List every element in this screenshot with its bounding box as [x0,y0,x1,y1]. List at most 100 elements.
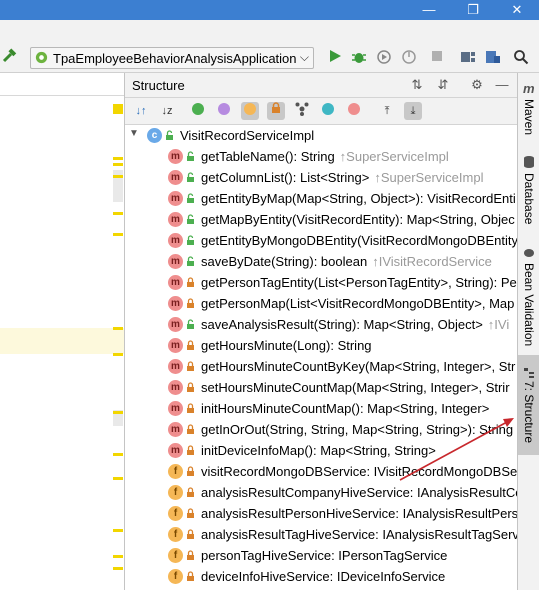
public-icon [186,172,195,183]
tree-method-item[interactable]: m getPersonMap(List<VisitRecordMongoDBEnt… [125,293,518,314]
method-icon: m [168,401,183,416]
autoscroll-to-source-icon[interactable]: ⤒ [378,102,396,120]
private-lock-icon [186,340,195,351]
tree-method-item[interactable]: m setHoursMinuteCountMap(Map<String, Inte… [125,377,518,398]
tree-field-item[interactable]: f analysisResultPersonHiveService: IAnaly… [125,503,518,524]
warning-marker[interactable] [113,233,123,236]
debug-icon[interactable] [350,49,368,67]
private-lock-icon [186,445,195,456]
stop-icon[interactable] [428,49,446,67]
gear-icon[interactable]: ⚙ [468,76,486,94]
warning-marker[interactable] [113,175,123,178]
warning-marker[interactable] [113,104,123,114]
database-tab[interactable]: Database [518,153,539,241]
run-configuration-select[interactable]: TpaEmployeeBehaviorAnalysisApplication ⌵ [30,47,314,69]
method-signature: saveByDate(String): boolean [201,254,368,269]
tree-field-item[interactable]: f analysisResultTagHiveService: IAnalysis… [125,524,518,545]
restore-button[interactable]: ❐ [451,0,495,20]
public-icon [186,214,195,225]
hide-panel-icon[interactable]: — [493,76,511,94]
structure-panel-header: Structure ⇅ ⇵ ⚙ — [125,73,518,98]
field-icon: f [168,569,183,584]
tree-method-item[interactable]: m initDeviceInfoMap(): Map<String, String… [125,440,518,461]
inherited-from-label: ↑IVi [487,317,510,332]
method-signature: getHoursMinuteCountByKey(Map<String, Int… [201,359,516,374]
field-signature: analysisResultTagHiveService: IAnalysisR… [201,527,518,542]
method-icon: m [168,359,183,374]
tree-method-item[interactable]: m getHoursMinute(Long): String [125,335,518,356]
method-signature: getHoursMinute(Long): String [201,338,372,353]
tree-method-item[interactable]: m initHoursMinuteCountMap(): Map<String, … [125,398,518,419]
show-inherited-icon[interactable] [189,102,207,120]
tree-method-item[interactable]: m getEntityByMongoDBEntity(VisitRecordMon… [125,230,518,251]
tree-class-node[interactable]: ▼ c VisitRecordServiceImpl [125,125,518,146]
public-icon [186,256,195,267]
inherited-wrap: ↑IVisitRecordService [372,254,492,269]
warning-marker[interactable] [113,411,123,414]
maven-tab[interactable]: m Maven [518,79,539,149]
tree-method-item[interactable]: m getTableName(): String ↑SuperServiceImpl [125,146,518,167]
method-signature: initDeviceInfoMap(): Map<String, String> [201,443,436,458]
warning-marker[interactable] [113,353,123,356]
field-signature: personTagHiveService: IPersonTagService [201,548,448,563]
tree-method-item[interactable]: m getInOrOut(String, String, Map<String, … [125,419,518,440]
search-icon[interactable] [512,49,530,67]
show-fields-icon[interactable] [241,102,259,120]
sort-by-visibility-icon[interactable]: ↓↑ [132,102,150,120]
tree-method-item[interactable]: m getHoursMinuteCountByKey(Map<String, In… [125,356,518,377]
close-button[interactable]: ✕ [495,0,539,20]
public-icon [186,151,195,162]
tree-method-item[interactable]: m saveByDate(String): boolean ↑IVisitRecor… [125,251,518,272]
tree-field-item[interactable]: f analysisResultCompanyHiveService: IAnal… [125,482,518,503]
method-icon: m [168,212,183,227]
tree-method-item[interactable]: m getEntityByMap(Map<String, Object>): Vi… [125,188,518,209]
bean-validation-tab[interactable]: Bean Validation [518,245,539,355]
private-lock-icon [186,529,195,540]
warning-marker[interactable] [113,163,123,166]
tree-method-item[interactable]: m getPersonTagEntity(List<PersonTagEntity… [125,272,518,293]
minimize-button[interactable]: — [407,0,451,20]
warning-marker[interactable] [113,477,123,480]
private-lock-icon [186,424,195,435]
chevron-down-icon: ⌵ [299,50,309,64]
coverage-icon[interactable] [375,49,393,67]
collapse-all-icon[interactable]: ⇵ [434,76,452,94]
tree-method-item[interactable]: m getColumnList(): List<String> ↑SuperServ… [125,167,518,188]
tree-method-item[interactable]: m saveAnalysisResult(String): Map<String,… [125,314,518,335]
editor-area[interactable] [0,73,124,590]
chevron-down-icon[interactable]: ▼ [129,128,139,139]
tree-field-item[interactable]: f personTagHiveService: IPersonTagService [125,545,518,566]
warning-marker[interactable] [113,567,123,570]
field-icon: f [168,548,183,563]
show-anonymous-icon[interactable] [293,102,311,120]
warning-marker[interactable] [113,555,123,558]
run-icon[interactable] [326,49,344,67]
expand-all-icon[interactable]: ⇅ [408,76,426,94]
public-icon [186,235,195,246]
warning-marker[interactable] [113,529,123,532]
method-signature: saveAnalysisResult(String): Map<String, … [201,317,483,332]
tree-method-item[interactable]: m getMapByEntity(VisitRecordEntity): Map<… [125,209,518,230]
autoscroll-from-source-icon[interactable]: ⤓ [404,102,422,120]
field-icon: f [168,506,183,521]
sort-alphabetically-icon[interactable]: ↓z [158,102,176,120]
warning-marker[interactable] [113,453,123,456]
warning-marker[interactable] [113,157,123,160]
show-properties-icon[interactable] [215,102,233,120]
project-structure-icon[interactable] [459,49,477,67]
show-lambdas-icon[interactable] [345,102,363,120]
structure-tab[interactable]: 7: Structure [518,355,539,455]
show-inner-classes-icon[interactable] [319,102,337,120]
method-icon: m [168,254,183,269]
show-non-public-icon[interactable] [267,102,285,120]
sdk-icon[interactable] [484,49,502,67]
profile-icon[interactable] [400,49,418,67]
warning-marker[interactable] [113,327,123,330]
editor-tab-divider [0,95,124,96]
tree-field-item[interactable]: f visitRecordMongoDBService: IVisitRecord… [125,461,518,482]
tree-field-item[interactable]: f deviceInfoHiveService: IDeviceInfoServi… [125,566,518,587]
hammer-icon[interactable] [0,48,18,66]
private-lock-icon [186,508,195,519]
inherited-wrap: ↑SuperServiceImpl [340,149,449,164]
warning-marker[interactable] [113,212,123,215]
